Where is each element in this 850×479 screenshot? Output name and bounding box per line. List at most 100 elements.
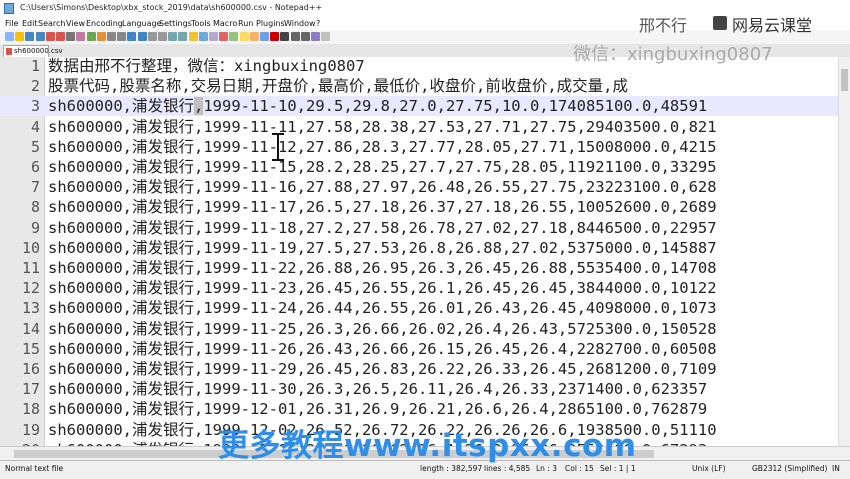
status-insert-mode: IN [832, 464, 840, 473]
line-number: 17 [21, 380, 40, 399]
save-icon[interactable] [25, 32, 35, 41]
editor-line[interactable]: 7 sh600000,浦发银行,1999-11-16,27.88,27.97,26… [0, 177, 850, 197]
line-number: 6 [30, 158, 40, 176]
show-all-icon[interactable] [198, 32, 208, 41]
ibeam-cursor-icon [272, 133, 284, 161]
status-eol[interactable]: Unix (LF) [692, 464, 726, 473]
doc-map-icon[interactable] [229, 32, 239, 41]
editor-line[interactable]: 15 sh600000,浦发银行,1999-11-26,26.43,26.66,2… [0, 339, 850, 359]
line-text: sh600000,浦发银行,1999-11-23,26.45,26.55,26.… [48, 279, 717, 298]
editor-line[interactable]: 9 sh600000,浦发银行,1999-11-18,27.2,27.58,26.… [0, 218, 850, 238]
line-number: 11 [21, 259, 40, 277]
zoom-in-icon[interactable] [147, 32, 157, 41]
copy-icon[interactable] [86, 32, 96, 41]
notepad-app-icon [4, 3, 14, 14]
spellcheck-icon[interactable] [321, 32, 331, 41]
editor-line[interactable]: 17 sh600000,浦发银行,1999-11-30,26.3,26.5,26.… [0, 379, 850, 399]
save-macro-icon[interactable] [311, 32, 320, 41]
indent-guide-icon[interactable] [209, 32, 218, 41]
menu-encoding[interactable]: Encoding [86, 19, 123, 28]
editor-line[interactable]: 18 sh600000,浦发银行,1999-12-01,26.31,26.9,26… [0, 399, 850, 419]
editor-line[interactable]: 6 sh600000,浦发银行,1999-11-15,28.2,28.25,27.… [0, 157, 850, 177]
close-icon[interactable] [45, 32, 55, 41]
menu-settings[interactable]: Settings [159, 19, 192, 28]
selected-text: , [194, 97, 204, 116]
status-encoding[interactable]: GB2312 (Simplified) [752, 464, 827, 473]
line-number: 8 [30, 198, 40, 217]
text-editor[interactable]: 1 数据由邢不行整理，微信：xingbuxing0807 2 股票代码,股票名称,交易… [0, 57, 850, 460]
editor-line[interactable]: 11 sh600000,浦发银行,1999-11-22,26.88,26.95,2… [0, 258, 850, 278]
line-number: 15 [21, 339, 40, 358]
folder-icon[interactable] [249, 32, 259, 41]
line-text: 数据由邢不行整理，微信：xingbuxing0807 [48, 57, 365, 75]
paste-icon[interactable] [96, 32, 106, 41]
editor-line[interactable]: 13 sh600000,浦发银行,1999-11-24,26.44,26.55,2… [0, 298, 850, 318]
editor-line[interactable]: 12 sh600000,浦发银行,1999-11-23,26.45,26.55,2… [0, 278, 850, 298]
editor-line[interactable]: 3 sh600000,浦发银行,1999-11-10,29.5,29.8,27.0… [0, 96, 850, 117]
status-file-type: Normal text file [5, 464, 64, 473]
line-text: sh600000,浦发银行,1999-11-30,26.3,26.5,26.11… [48, 380, 708, 399]
status-ln: Ln : 3 [536, 464, 557, 473]
menu-window[interactable]: Window [284, 19, 316, 28]
status-lines: lines : 4,585 [484, 464, 531, 473]
function-list-icon[interactable] [239, 32, 249, 41]
window-title: C:\Users\Simons\Desktop\xbx_stock_2019\d… [20, 3, 323, 12]
editor-line[interactable]: 2 股票代码,股票名称,交易日期,开盘价,最高价,最低价,收盘价,前收盘价,成交量… [0, 76, 850, 96]
editor-line[interactable]: 5 sh600000,浦发银行,1999-11-12,27.86,28.3,27.… [0, 137, 850, 157]
line-text: sh600000,浦发银行,1999-11-19,27.5,27.53,26.8… [48, 238, 717, 257]
redo-icon[interactable] [117, 32, 127, 41]
menu-macro[interactable]: Macro [213, 19, 237, 28]
play-multi-icon[interactable] [300, 32, 310, 41]
watermark-brand: 网易云课堂 [732, 16, 813, 35]
editor-line[interactable]: 14 sh600000,浦发银行,1999-11-25,26.3,26.66,26… [0, 319, 850, 339]
print-icon[interactable] [66, 32, 76, 41]
find-icon[interactable] [127, 32, 137, 41]
monitor-icon[interactable] [260, 32, 269, 41]
editor-line[interactable]: 10 sh600000,浦发银行,1999-11-19,27.5,27.53,26… [0, 238, 850, 258]
editor-line[interactable]: 16 sh600000,浦发银行,1999-11-29,26.45,26.83,2… [0, 359, 850, 379]
close-all-icon[interactable] [56, 32, 65, 41]
unsaved-file-icon [6, 48, 12, 55]
tab-label: sh600000.csv [14, 47, 63, 55]
line-number: 1 [30, 57, 40, 75]
record-icon[interactable] [270, 32, 280, 41]
vertical-scrollbar[interactable] [838, 57, 850, 460]
zoom-out-icon[interactable] [158, 32, 167, 41]
line-number: 12 [21, 279, 40, 298]
line-number: 18 [21, 400, 40, 419]
line-text-after-selection: 1999-11-10,29.5,29.8,27.0,27.75,10.0,174… [203, 97, 708, 116]
line-text: 股票代码,股票名称,交易日期,开盘价,最高价,最低价,收盘价,前收盘价,成交量,… [48, 77, 628, 96]
menu-help[interactable]: ? [316, 19, 320, 28]
play-icon[interactable] [290, 32, 300, 41]
undo-icon[interactable] [107, 32, 116, 41]
save-all-icon[interactable] [35, 32, 45, 41]
replace-icon[interactable] [137, 32, 147, 41]
editor-line[interactable]: 4 sh600000,浦发银行,1999-11-11,27.58,28.38,27… [0, 117, 850, 137]
menu-language[interactable]: Language [122, 19, 161, 28]
menu-tools[interactable]: Tools [191, 19, 211, 28]
menu-search[interactable]: Search [38, 19, 65, 28]
open-file-icon[interactable] [15, 32, 25, 41]
sync-h-icon[interactable] [178, 32, 188, 41]
tab-sh600000-csv[interactable]: sh600000.csv [3, 45, 63, 57]
line-number: 4 [30, 117, 40, 136]
stop-icon[interactable] [280, 32, 290, 41]
editor-line[interactable]: 8 sh600000,浦发银行,1999-11-17,26.5,27.18,26.… [0, 197, 850, 217]
line-text: sh600000,浦发银行,1999-11-26,26.43,26.66,26.… [48, 339, 717, 358]
cut-icon[interactable] [76, 32, 86, 41]
menu-view[interactable]: View [66, 19, 85, 28]
word-wrap-icon[interactable] [188, 32, 198, 41]
new-file-icon[interactable] [5, 32, 14, 41]
vertical-scroll-thumb[interactable] [841, 69, 848, 91]
menu-plugins[interactable]: Plugins [256, 19, 285, 28]
line-text: sh600000,浦发银行,1999-11-17,26.5,27.18,26.3… [48, 198, 717, 217]
line-number: 3 [30, 97, 40, 116]
lang-icon[interactable] [219, 32, 229, 41]
menu-file[interactable]: File [5, 19, 18, 28]
line-text: sh600000,浦发银行,1999-11-29,26.45,26.83,26.… [48, 360, 717, 378]
menu-edit[interactable]: Edit [22, 19, 38, 28]
line-number: 9 [30, 218, 40, 237]
menu-run[interactable]: Run [238, 19, 253, 28]
sync-v-icon[interactable] [168, 32, 178, 41]
line-number: 13 [21, 299, 40, 318]
